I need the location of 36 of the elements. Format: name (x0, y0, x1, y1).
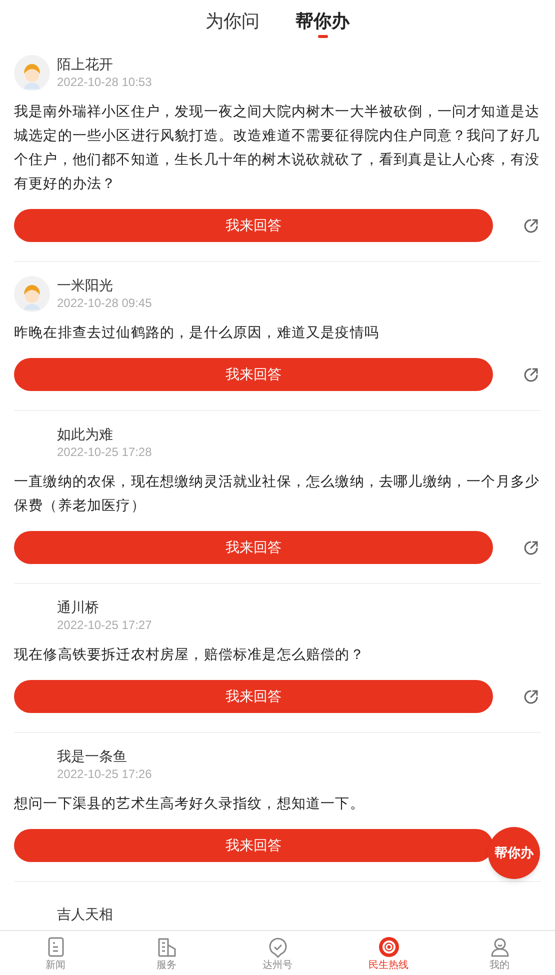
nav-tab[interactable]: 新闻 (0, 931, 111, 975)
nav-tab[interactable]: 达州号 (222, 931, 333, 975)
question-text: 想问一下渠县的艺术生高考好久录指纹，想知道一下。 (14, 794, 366, 813)
floating-help-button[interactable]: 帮你办 (488, 827, 540, 879)
post-time: 2022-10-28 09:45 (57, 295, 152, 312)
share-icon[interactable] (523, 688, 539, 704)
question-text: 现在修高铁要拆迁农村房屋，赔偿标准是怎么赔偿的？ (14, 645, 366, 664)
post-time: 2022-10-25 17:27 (57, 617, 152, 634)
tab[interactable]: 为你问 (206, 4, 260, 38)
user-name: 我是一条鱼 (57, 747, 128, 765)
nav-tab[interactable]: 民生热线 (333, 931, 444, 975)
question-text: 昨晚在排查去过仙鹤路的，是什么原因，难道又是疫情吗 (14, 323, 380, 342)
question-text: 我是南外瑞祥小区住户，发现一夜之间大院内树木一大半被砍倒，一问才知道是达城选定的一些小区进行风貌打造。改造难道不需要征得院内住户同意？我问了好几个住户，他们都不知道，生长几十年的树木说砍就砍了，看到真是让人心疼，有没有更好的办法？ (14, 102, 541, 193)
service-icon (156, 936, 178, 958)
answer-button[interactable]: 我来回答 (14, 531, 493, 564)
answer-button[interactable]: 我来回答 (14, 358, 493, 391)
user-name: 通川桥 (57, 598, 100, 616)
post-time: 2022-10-28 10:53 (57, 74, 152, 91)
tab-indicator (318, 35, 328, 38)
nav-tab[interactable]: 服务 (111, 931, 222, 975)
user-name: 一米阳光 (57, 276, 114, 294)
answer-button[interactable]: 我来回答 (14, 209, 493, 242)
check-icon (266, 936, 288, 958)
answer-button[interactable]: 我来回答 (14, 680, 493, 713)
share-icon[interactable] (523, 218, 539, 234)
question-text: 一直缴纳的农保，现在想缴纳灵活就业社保，怎么缴纳，去哪儿缴纳，一个月多少保费（养老加医疗） (14, 472, 541, 515)
share-icon[interactable] (523, 540, 539, 556)
tab[interactable]: 帮你办 (296, 4, 350, 38)
answer-button[interactable]: 我来回答 (14, 829, 493, 862)
post-time: 2022-10-25 17:28 (57, 444, 152, 461)
user-name: 陌上花开 (57, 55, 114, 73)
user-name: 吉人天相 (57, 905, 113, 923)
user-name: 如此为难 (57, 425, 114, 443)
nav-tab[interactable]: 我的 (444, 931, 555, 975)
post-time: 2022-10-25 17:26 (57, 766, 152, 783)
share-icon[interactable] (523, 366, 539, 382)
